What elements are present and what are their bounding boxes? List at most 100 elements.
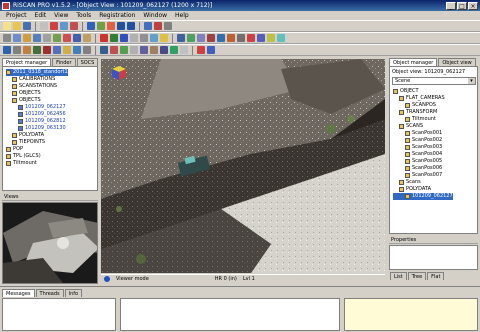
delete-icon[interactable] [50,22,58,30]
red-marker-icon[interactable] [100,34,108,42]
orientation-cube-icon[interactable] [111,65,127,81]
move-icon[interactable] [53,34,61,42]
color-icon[interactable] [187,34,195,42]
tree-node[interactable]: Tiltmount [6,160,68,167]
measure-icon[interactable] [73,34,81,42]
tab-finder[interactable]: Finder [52,58,76,66]
tree-node[interactable]: ScanPos001 [393,130,453,137]
tree-node[interactable]: 101209_062456 [6,111,68,118]
tree-node[interactable]: POLYDATA [393,186,453,193]
cross-icon[interactable] [63,34,71,42]
tree-node[interactable]: ScanPos003 [393,144,453,151]
view-top-icon[interactable] [140,34,148,42]
fit-icon[interactable] [43,34,51,42]
cut-icon[interactable] [40,22,48,30]
views-thumbnail[interactable] [2,202,98,284]
tree-node[interactable]: SCANSTATIONS [6,83,68,90]
tree-node[interactable]: SCANPOS [393,102,453,109]
tool-align-icon[interactable] [180,46,188,54]
tool-register-icon[interactable] [170,46,178,54]
tab-socs[interactable]: SOCS [76,58,99,66]
tree-node[interactable]: 101209_062127 [6,104,68,111]
view-front-icon[interactable] [130,34,138,42]
tree-node[interactable]: ScanPos002 [393,137,453,144]
tool-plane-icon[interactable] [73,46,81,54]
tree-node[interactable]: OBJECTS [6,90,68,97]
tab-threads[interactable]: Threads [35,289,64,297]
tree-node[interactable]: ScanPos005 [393,158,453,165]
tree-node[interactable]: OBJECTS [6,97,68,104]
forward-arrow-icon[interactable] [127,22,135,30]
tree-node[interactable]: SCANS [393,123,453,130]
back-arrow-icon[interactable] [117,22,125,30]
paste-icon[interactable] [70,22,78,30]
chevron-down-icon[interactable]: ▾ [468,78,475,84]
tree-node[interactable]: FLAT_CAMERAS [393,95,453,102]
select-icon[interactable] [3,34,11,42]
new-project-icon[interactable] [3,22,11,30]
tool-box-icon[interactable] [23,46,31,54]
tab-flat[interactable]: Flat [427,272,445,280]
tree-node[interactable]: TPL (GLCS) [6,153,68,160]
tree-node[interactable]: TRANSFORM [393,109,453,116]
tool-section-icon[interactable] [140,46,148,54]
close-button[interactable]: × [468,1,478,10]
tool-cone-icon[interactable] [130,46,138,54]
light-icon[interactable] [160,34,168,42]
grid-icon[interactable] [144,22,152,30]
maximize-button[interactable]: □ [457,1,467,10]
tool-profile-icon[interactable] [150,46,158,54]
rotate-icon[interactable] [13,34,21,42]
green-marker-icon[interactable] [110,34,118,42]
tool-info-icon[interactable] [207,46,215,54]
tool-star-icon[interactable] [63,46,71,54]
menu-window[interactable]: Window [143,12,167,19]
tree-node[interactable]: Tiltmount [393,116,453,123]
pan-icon[interactable] [23,34,31,42]
menu-edit[interactable]: Edit [35,12,47,19]
tree-node[interactable]: 2011_0318_standort1 [6,69,68,76]
tab-project-manager[interactable]: Project manager [2,58,52,66]
tree-node[interactable]: CALIBRATIONS [6,76,68,83]
menu-view[interactable]: View [54,12,68,19]
zoom-icon[interactable] [33,34,41,42]
copy-icon[interactable] [60,22,68,30]
save-icon[interactable] [23,22,31,30]
tab-tree[interactable]: Tree [407,272,427,280]
render-icon[interactable] [177,34,185,42]
tool-select-icon[interactable] [3,46,11,54]
object-viewport[interactable] [101,59,385,273]
tool-line-icon[interactable] [83,46,91,54]
tool-erase-icon[interactable] [43,46,51,54]
menu-registration[interactable]: Registration [99,12,135,19]
point-icon[interactable] [83,34,91,42]
import-icon[interactable] [227,34,235,42]
tool-warning-icon[interactable] [197,46,205,54]
tool-volume-icon[interactable] [160,46,168,54]
tool-polygon-icon[interactable] [33,46,41,54]
tree-node[interactable]: 101209_062127 [393,193,453,200]
image-icon[interactable] [97,22,105,30]
settings-icon[interactable] [237,34,245,42]
tree-node[interactable]: 101209_062812 [6,118,68,125]
tree-node[interactable]: 101209_063130 [6,125,68,132]
filter-icon[interactable] [197,34,205,42]
menu-project[interactable]: Project [6,12,27,19]
tree-node[interactable]: TIEPOINTS [6,139,68,146]
tree-node[interactable]: ScanPos006 [393,165,453,172]
open-folder-icon[interactable] [13,22,21,30]
tool-cylinder-icon[interactable] [120,46,128,54]
tab-info[interactable]: Info [64,289,83,297]
tree-node[interactable]: Scans [393,179,453,186]
tree-node[interactable]: ScanPos004 [393,151,453,158]
tab-list[interactable]: List [390,272,407,280]
help-icon[interactable] [164,22,172,30]
tool-sphere-icon[interactable] [110,46,118,54]
tree-node[interactable]: POP [6,146,68,153]
scene-dropdown[interactable]: Scene ▾ [392,77,476,85]
export-icon[interactable] [217,34,225,42]
menu-tools[interactable]: Tools [76,12,91,19]
menu-help[interactable]: Help [175,12,189,19]
clip-icon[interactable] [207,34,215,42]
mesh-icon[interactable] [267,34,275,42]
